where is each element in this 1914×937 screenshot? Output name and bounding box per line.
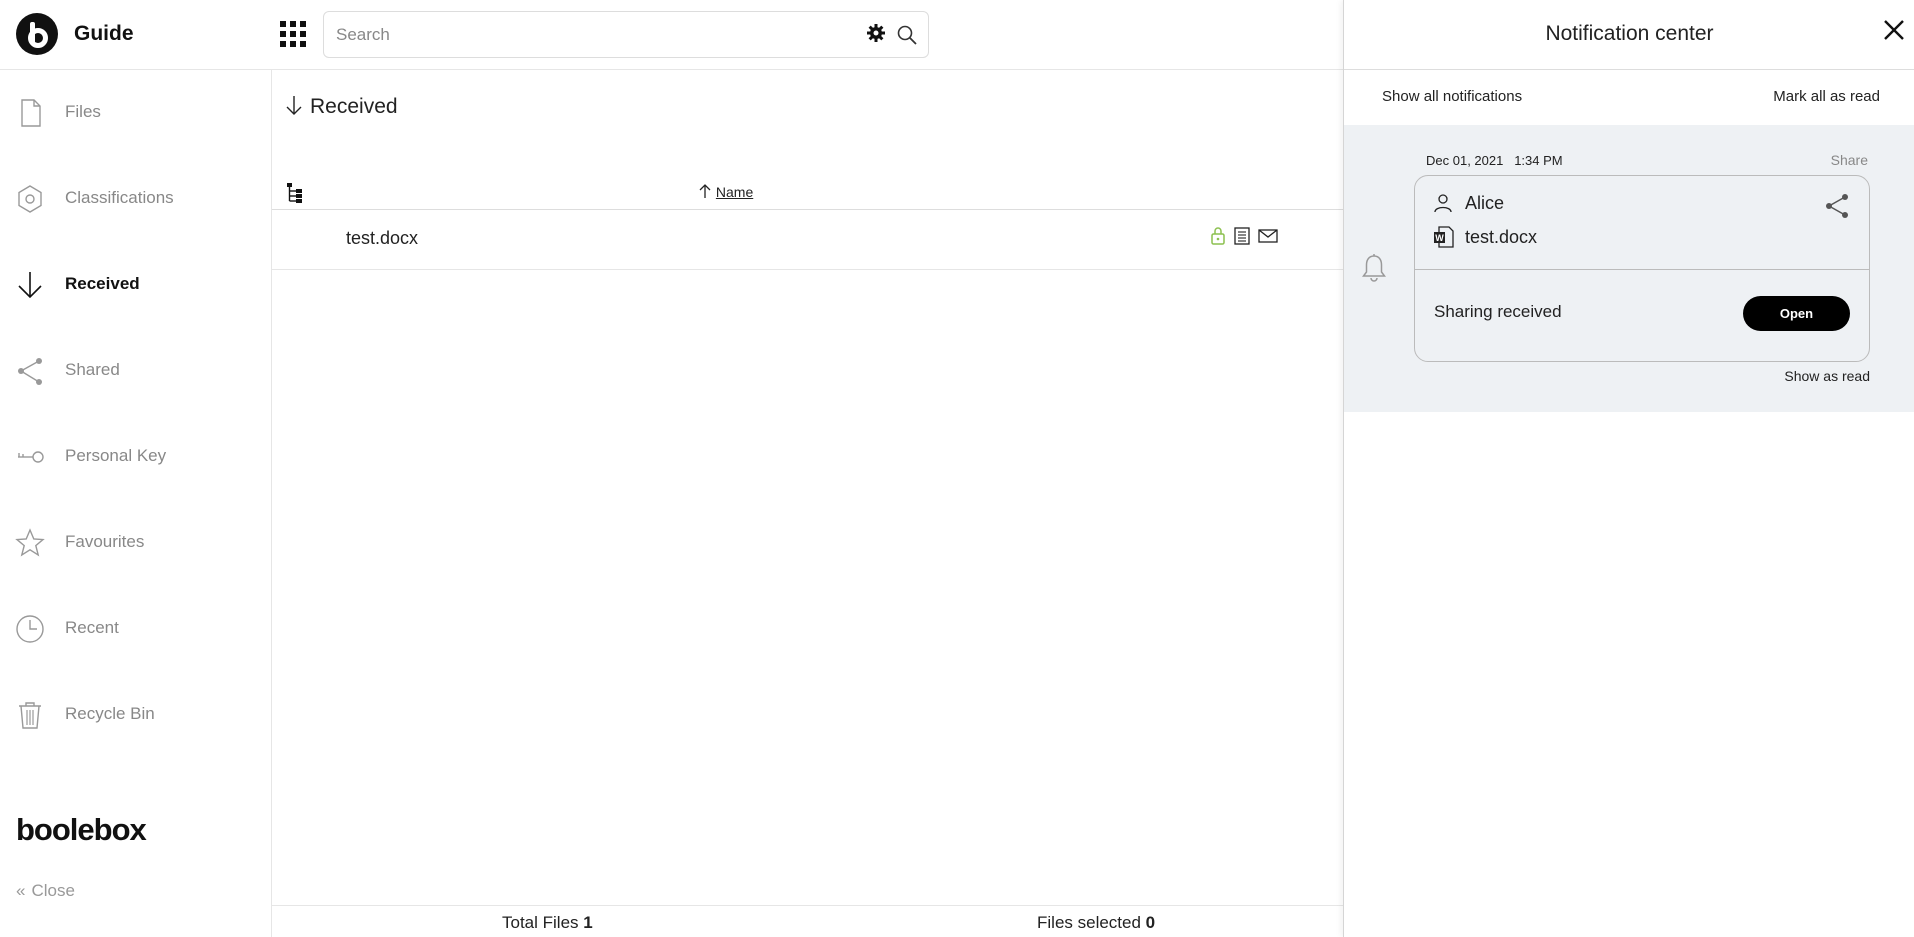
file-name: test.docx: [346, 228, 419, 248]
notification-actions: Show all notifications Mark all as read: [1344, 70, 1914, 125]
gear-icon[interactable]: [866, 23, 886, 48]
boolebox-logo-icon[interactable]: [16, 13, 58, 55]
notification-type: Share: [1830, 152, 1868, 168]
column-header-name[interactable]: Name: [698, 183, 753, 200]
hexagon-icon: [14, 183, 46, 215]
apps-grid-icon[interactable]: [280, 21, 306, 47]
notification-center-panel: Notification center Show all notificatio…: [1343, 0, 1914, 937]
status-footer: Total Files 1 Files selected 0: [272, 905, 1344, 937]
table-header: Name: [272, 178, 1344, 210]
sidebar-item-classifications[interactable]: Classifications: [0, 168, 271, 228]
total-files-value: 1: [583, 913, 593, 932]
notification-card-details: Alice W test.docx: [1415, 176, 1869, 270]
sidebar: Files Classifications Received Shared Pe…: [0, 70, 272, 937]
notification-datetime: Dec 01, 2021 1:34 PM: [1426, 153, 1563, 168]
share-icon: [1823, 192, 1851, 225]
sidebar-item-label: Files: [65, 102, 101, 121]
word-document-icon: W: [1433, 226, 1455, 253]
open-button[interactable]: Open: [1743, 296, 1850, 331]
sidebar-item-label: Favourites: [65, 532, 145, 551]
tree-view-icon[interactable]: [286, 182, 304, 209]
breadcrumb: Received: [284, 94, 398, 119]
bell-icon: [1361, 253, 1387, 288]
document-details-icon: [1234, 227, 1250, 245]
sidebar-item-recent[interactable]: Recent: [0, 598, 271, 658]
sidebar-item-label: Received: [65, 274, 140, 293]
double-chevron-left-icon: «: [16, 881, 26, 900]
total-files: Total Files 1: [502, 913, 593, 933]
show-all-notifications-link[interactable]: Show all notifications: [1382, 88, 1522, 105]
sidebar-item-files[interactable]: Files: [0, 82, 271, 142]
clock-icon: [14, 613, 46, 645]
page-title: Received: [310, 95, 398, 118]
total-files-label: Total Files: [502, 913, 579, 932]
table-row[interactable]: test.docx: [272, 210, 1344, 270]
app-title: Guide: [74, 22, 134, 45]
file-icon: [14, 97, 46, 129]
arrow-down-icon: [284, 94, 304, 116]
key-icon: [14, 441, 46, 473]
files-selected: Files selected 0: [1037, 913, 1155, 933]
sidebar-item-label: Recycle Bin: [65, 704, 155, 723]
share-icon: [14, 355, 46, 387]
sidebar-item-recycle-bin[interactable]: Recycle Bin: [0, 684, 271, 744]
notification-date: Dec 01, 2021: [1426, 153, 1504, 168]
arrow-down-icon: [14, 269, 46, 301]
user-icon: [1433, 193, 1453, 218]
search-icon[interactable]: [896, 24, 918, 51]
notification-user: Alice: [1465, 193, 1505, 213]
svg-text:W: W: [1435, 233, 1444, 243]
notification-title: Notification center: [1545, 22, 1714, 45]
main-content: Received Name test.docx Total Files 1 Fi…: [272, 70, 1344, 937]
file-status-icons: [1210, 226, 1280, 251]
column-header-label: Name: [715, 184, 754, 200]
sidebar-item-label: Shared: [65, 360, 120, 379]
sidebar-item-personal-key[interactable]: Personal Key: [0, 426, 271, 486]
mail-icon: [1258, 229, 1278, 243]
sidebar-item-shared[interactable]: Shared: [0, 340, 271, 400]
files-selected-value: 0: [1145, 913, 1156, 932]
notification-time: 1:34 PM: [1514, 153, 1563, 168]
sort-arrow-up-icon: [698, 184, 716, 200]
close-label: Close: [31, 881, 75, 900]
notification-card: Alice W test.docx Sharing received Open: [1414, 175, 1870, 362]
notification-header: Notification center: [1344, 0, 1914, 70]
close-sidebar-button[interactable]: « Close: [16, 881, 75, 901]
brand-logo: boolebox: [16, 812, 147, 847]
notification-item: Dec 01, 2021 1:34 PM Share Alice W test.…: [1344, 125, 1914, 412]
sidebar-item-favourites[interactable]: Favourites: [0, 512, 271, 572]
sidebar-item-label: Classifications: [65, 188, 174, 207]
search-input[interactable]: [336, 22, 836, 48]
trash-icon: [14, 699, 46, 731]
sidebar-item-label: Recent: [65, 618, 119, 637]
notification-message: Sharing received: [1434, 302, 1562, 321]
search-box: [323, 11, 929, 58]
mark-all-read-link[interactable]: Mark all as read: [1773, 88, 1880, 105]
notification-file: test.docx: [1465, 227, 1538, 247]
star-icon: [14, 527, 46, 559]
sidebar-item-received[interactable]: Received: [0, 254, 271, 314]
show-as-read-link[interactable]: Show as read: [1784, 368, 1870, 384]
files-selected-label: Files selected: [1037, 913, 1141, 932]
lock-icon: [1211, 227, 1225, 245]
sidebar-item-label: Personal Key: [65, 446, 167, 465]
close-icon[interactable]: [1883, 19, 1905, 46]
